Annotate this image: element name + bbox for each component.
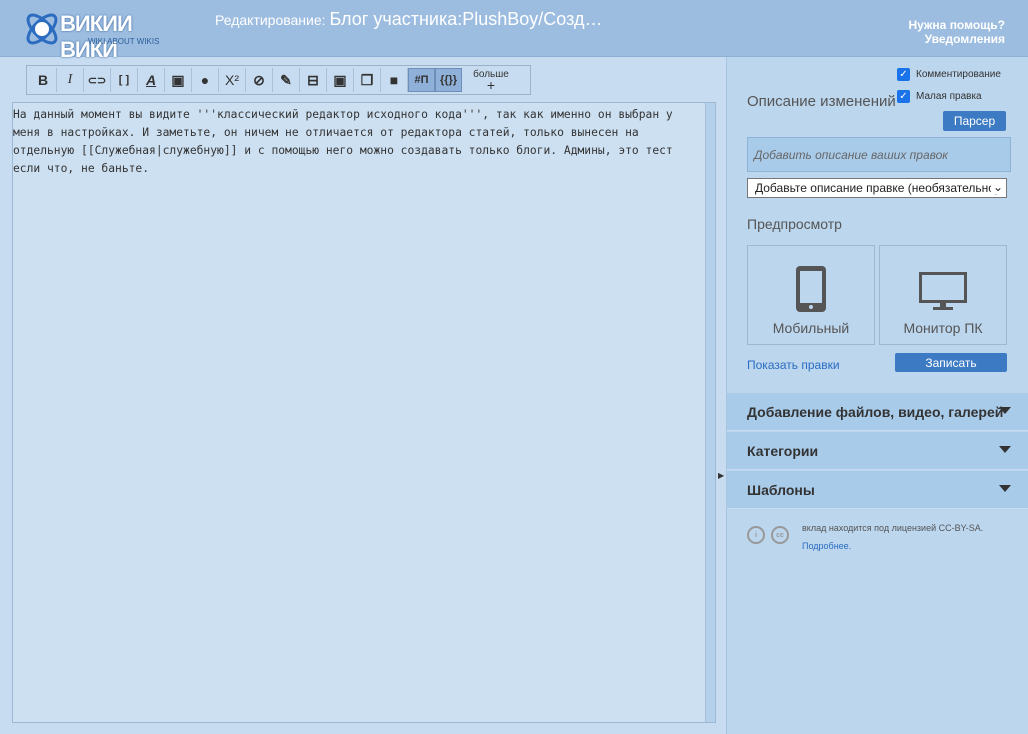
monitor-icon [919,272,967,310]
italic-button[interactable]: I [57,68,84,92]
heading-button[interactable]: #П [408,68,435,92]
summary-select[interactable]: Добавьте описание правке (необязательно)… [747,178,1007,198]
license-more-link[interactable]: Подробнее. [802,541,983,551]
section-label: Категории [747,443,819,459]
section-templates[interactable]: Шаблоны [727,471,1028,509]
more-button[interactable]: больше + [462,68,520,92]
bold-button[interactable]: B [30,68,57,92]
section-label: Шаблоны [747,482,815,498]
plus-icon: + [486,77,496,93]
license-info: i cc вклад находится под лицензией CC-BY… [747,523,983,551]
source-editor[interactable]: На данный момент вы видите '''классическ… [12,102,716,723]
preview-mobile-button[interactable]: Мобильный [747,245,875,345]
attribution-icon: i [747,526,765,544]
logo[interactable]: ВИКИИ ВИКИ WIKI ABOUT WIKIS [22,6,172,62]
cc-icon: cc [771,526,789,544]
brackets-button[interactable]: [ ] [111,68,138,92]
chevron-down-icon [999,407,1011,414]
summary-input[interactable]: Добавить описание ваших правок [747,137,1011,172]
right-rail: ✓ Комментирование ✓ Малая правка Описание … [726,57,1028,734]
desktop-label: Монитор ПК [903,320,983,336]
editor-content[interactable]: На данный момент вы видите '''классическ… [13,103,703,178]
help-link[interactable]: Нужна помощь? [908,18,1005,32]
comment-label: Комментирование [916,69,1001,80]
logo-subtitle: WIKI ABOUT WIKIS [88,37,160,46]
show-changes-link[interactable]: Показать правки [747,358,840,372]
parser-button[interactable]: Парсер [943,111,1006,131]
signature-icon[interactable]: ✎ [273,68,300,92]
mobile-icon [796,266,826,312]
image-icon[interactable]: ▣ [165,68,192,92]
preview-desktop-button[interactable]: Монитор ПК [879,245,1007,345]
video-icon[interactable]: ■ [381,68,408,92]
summary-select-value: Добавьте описание правке (необязательно) [753,181,999,195]
title-prefix: Редактирование: [215,12,326,28]
collapse-arrow-icon: ▶ [718,471,725,480]
title-text: Блог участника:PlushBoy/Созд… [329,9,603,29]
section-media[interactable]: Добавление файлов, видео, галерей [727,393,1028,431]
link-icon[interactable]: ⊂⊃ [84,68,111,92]
template-button[interactable]: {{}} [435,68,462,92]
section-categories[interactable]: Категории [727,432,1028,470]
preview-title: Предпросмотр [747,216,842,232]
gallery-icon[interactable]: ❐ [354,68,381,92]
editor-scrollbar[interactable] [705,103,715,722]
underline-icon[interactable]: A [138,68,165,92]
minor-label: Малая правка [916,91,982,102]
comment-checkbox[interactable]: ✓ Комментирование [897,68,1001,81]
save-button[interactable]: Записать [895,353,1007,372]
horizontal-line-icon[interactable]: ⊟ [300,68,327,92]
summary-title: Описание изменений [747,93,896,110]
check-icon: ✓ [897,90,910,103]
panel-toggle[interactable]: ▶ [716,57,726,734]
check-icon: ✓ [897,68,910,81]
add-gallery-icon[interactable]: ▣ [327,68,354,92]
notifications-link[interactable]: Уведомления [908,32,1005,46]
minor-edit-checkbox[interactable]: ✓ Малая правка [897,90,982,103]
section-label: Добавление файлов, видео, галерей [747,404,1004,420]
header: ВИКИИ ВИКИ WIKI ABOUT WIKIS Редактирован… [0,0,1028,62]
page-title: Редактирование: Блог участника:PlushBoy/… [215,9,602,30]
chevron-down-icon: ⌄ [990,180,1003,194]
chevron-down-icon [999,446,1011,453]
superscript-button[interactable]: X² [219,68,246,92]
mobile-label: Мобильный [772,320,850,336]
license-text: вклад находится под лицензией CC-BY-SA. [802,523,984,533]
nowiki-icon[interactable]: ⊘ [246,68,273,92]
chevron-down-icon [999,485,1011,492]
play-icon[interactable]: ● [192,68,219,92]
editor-toolbar: B I ⊂⊃ [ ] A ▣ ● X² ⊘ ✎ ⊟ ▣ ❐ ■ #П {{}} … [26,65,531,95]
logo-atom-icon [26,13,58,45]
